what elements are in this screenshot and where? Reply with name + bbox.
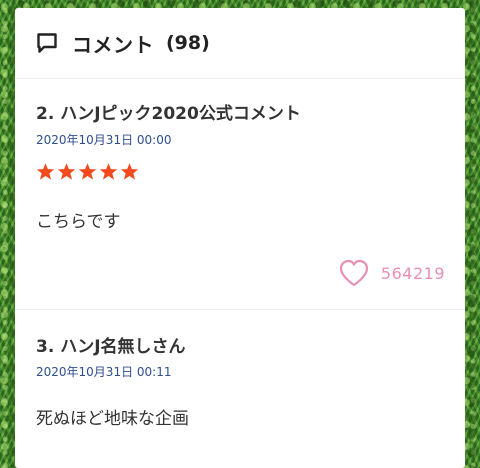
star-icon bbox=[78, 162, 97, 181]
star-icon bbox=[57, 162, 76, 181]
comment-author: 2. ハンJピック2020公式コメント bbox=[36, 104, 301, 124]
like-count: 564219 bbox=[380, 263, 445, 283]
comment-author: 3. ハンJ名無しさん bbox=[36, 337, 186, 357]
star-icon bbox=[99, 162, 118, 181]
comments-header: コメント (98) bbox=[15, 8, 465, 79]
star-icon bbox=[36, 162, 55, 181]
comment-body: 死ぬほど地味な企画 bbox=[36, 409, 189, 429]
speech-bubble-icon bbox=[36, 32, 58, 54]
star-rating bbox=[36, 162, 139, 181]
star-icon bbox=[120, 162, 139, 181]
comments-title: コメント bbox=[72, 32, 154, 57]
comment-item: 2. ハンJピック2020公式コメント 2020年10月31日 00:00 こち… bbox=[15, 79, 465, 310]
heart-icon bbox=[339, 259, 369, 287]
comments-count: (98) bbox=[166, 32, 210, 54]
like-button[interactable]: 564219 bbox=[339, 259, 445, 287]
comment-body: こちらです bbox=[36, 212, 121, 232]
comments-panel: コメント (98) 2. ハンJピック2020公式コメント 2020年10月31… bbox=[15, 8, 465, 468]
comment-date: 2020年10月31日 00:00 bbox=[36, 133, 172, 147]
comment-date: 2020年10月31日 00:11 bbox=[36, 365, 172, 379]
